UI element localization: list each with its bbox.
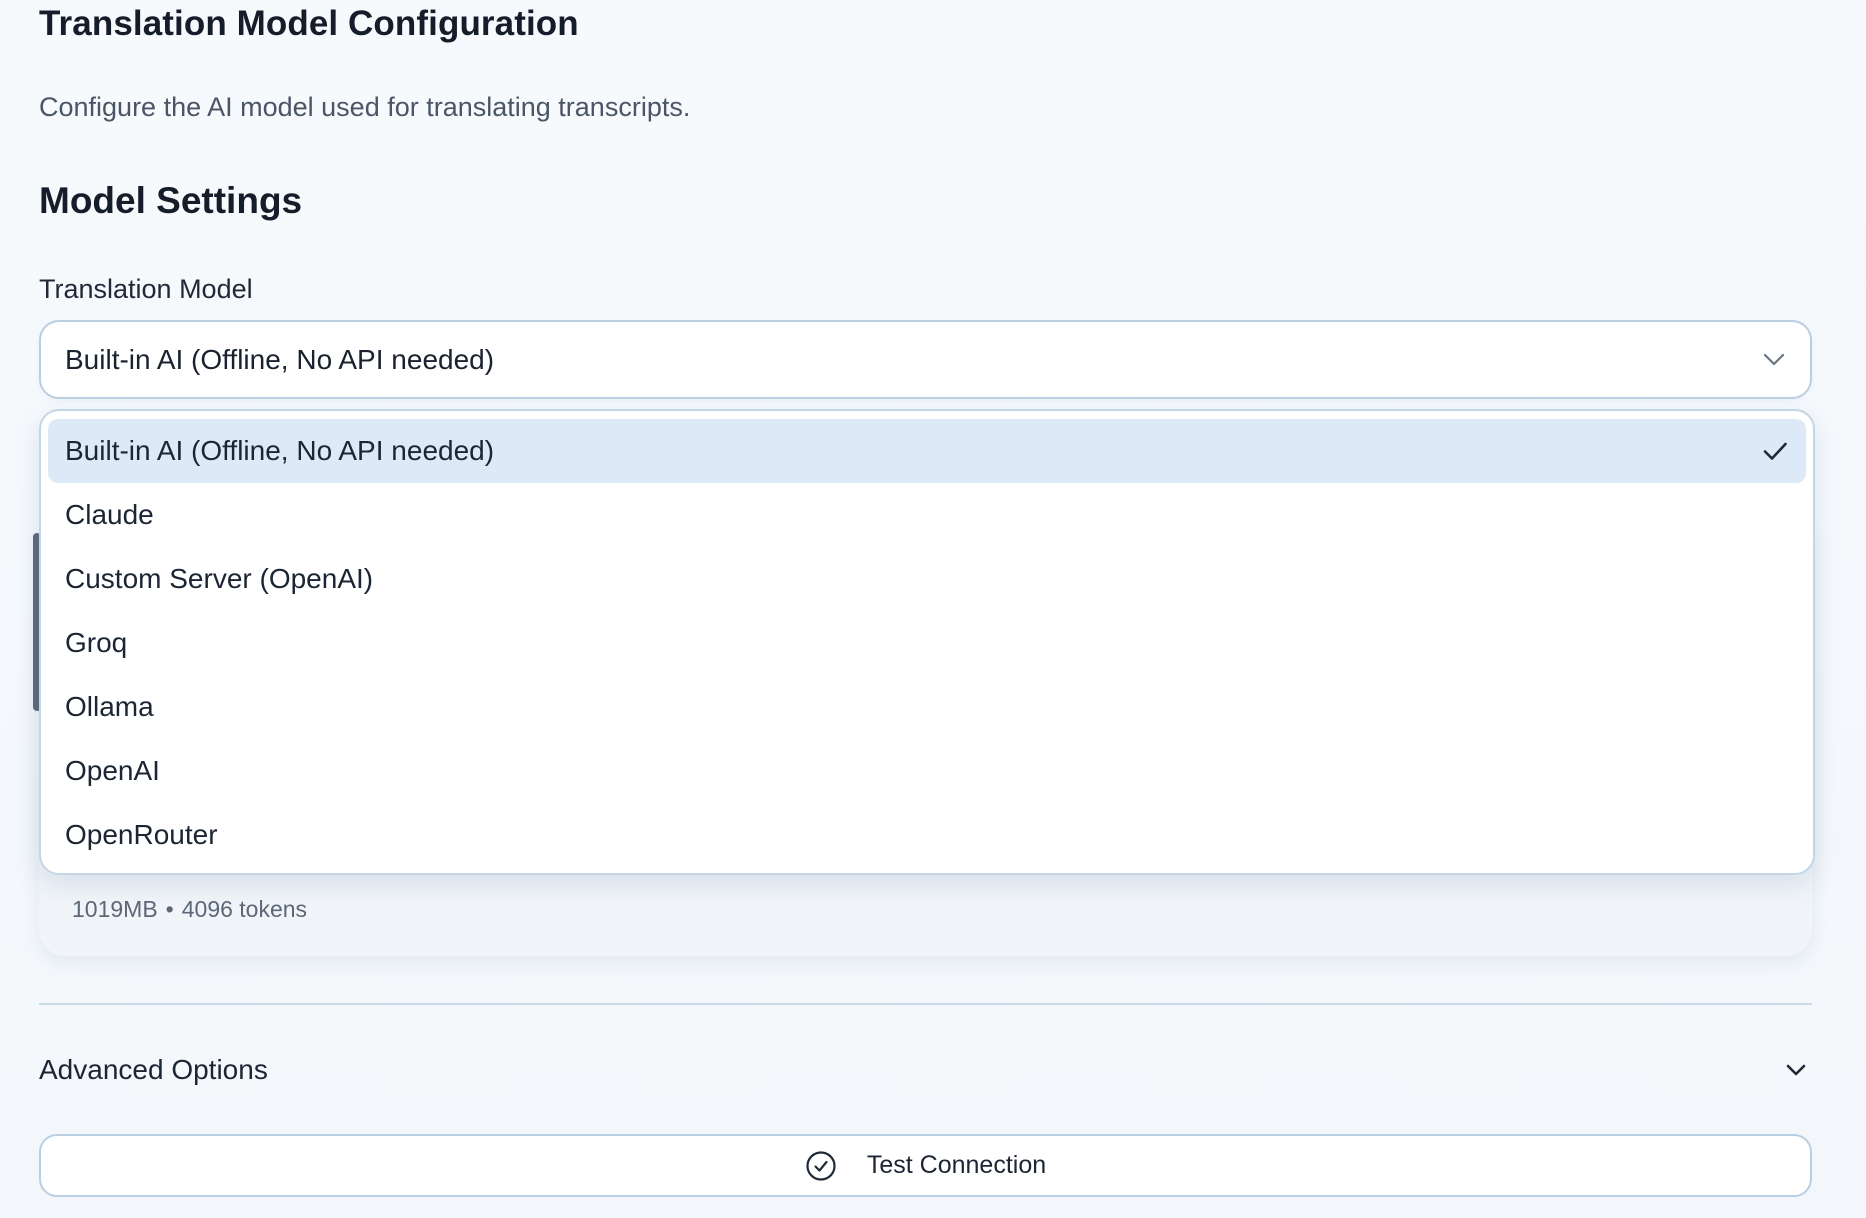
- dropdown-option-custom-server[interactable]: Custom Server (OpenAI): [48, 547, 1806, 611]
- dropdown-option-claude[interactable]: Claude: [48, 483, 1806, 547]
- selected-model-value: Built-in AI (Offline, No API needed): [65, 343, 495, 375]
- test-connection-label: Test Connection: [866, 1151, 1047, 1179]
- chevron-down-icon: [1786, 1064, 1806, 1076]
- model-meta: 1019MB • 4096 tokens: [72, 896, 307, 923]
- model-context-tokens: 4096 tokens: [181, 896, 308, 922]
- page-subtitle: Configure the AI model used for translat…: [39, 92, 691, 122]
- check-icon: [1763, 442, 1787, 460]
- check-circle-icon: [805, 1150, 837, 1182]
- test-connection-button[interactable]: Test Connection: [39, 1134, 1812, 1197]
- translation-model-select[interactable]: Built-in AI (Offline, No API needed): [39, 320, 1812, 399]
- chevron-down-icon: [1762, 348, 1786, 372]
- section-title-model-settings: Model Settings: [39, 180, 303, 221]
- option-label: Claude: [65, 499, 154, 530]
- advanced-options-toggle[interactable]: Advanced Options: [39, 1042, 1812, 1098]
- translation-model-label: Translation Model: [39, 274, 253, 304]
- advanced-options-label: Advanced Options: [39, 1054, 268, 1085]
- option-label: Ollama: [65, 691, 154, 722]
- dropdown-option-ollama[interactable]: Ollama: [48, 675, 1806, 739]
- meta-separator: •: [165, 896, 174, 922]
- dropdown-option-groq[interactable]: Groq: [48, 611, 1806, 675]
- model-dropdown-list: Built-in AI (Offline, No API needed) Cla…: [39, 409, 1815, 875]
- model-size: 1019MB: [72, 896, 158, 922]
- dropdown-option-builtin-ai[interactable]: Built-in AI (Offline, No API needed): [48, 419, 1806, 483]
- page-title: Translation Model Configuration: [39, 4, 579, 43]
- dropdown-option-openai[interactable]: OpenAI: [48, 739, 1806, 803]
- option-label: Groq: [65, 627, 128, 658]
- option-label: OpenRouter: [65, 819, 218, 850]
- section-divider: [39, 1003, 1812, 1005]
- translation-config-page: Translation Model Configuration Configur…: [0, 0, 1866, 1218]
- option-label: Custom Server (OpenAI): [65, 563, 374, 594]
- dropdown-option-openrouter[interactable]: OpenRouter: [48, 803, 1806, 867]
- option-label: Built-in AI (Offline, No API needed): [65, 435, 495, 466]
- option-label: OpenAI: [65, 755, 160, 786]
